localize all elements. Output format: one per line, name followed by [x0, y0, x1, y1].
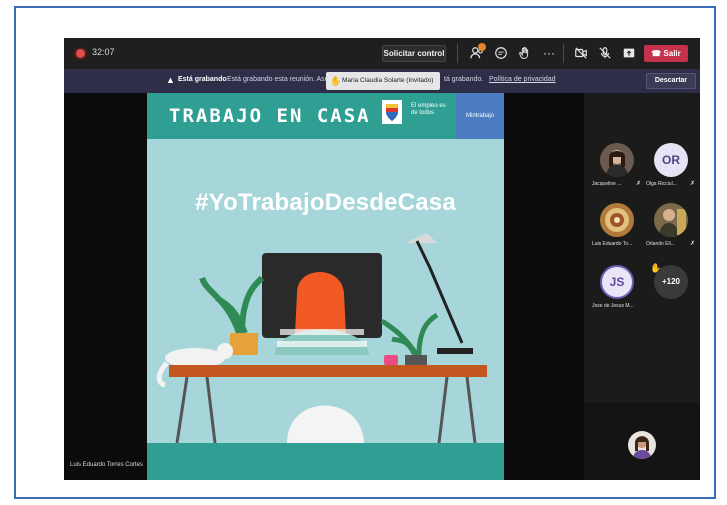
participant-name: Olga Ricciul... [646, 181, 677, 187]
participant-initials: JS [600, 265, 634, 299]
meeting-window: 32:07 Solicitar control ··· ☎ Salir ▲ Es… [64, 38, 700, 480]
recording-message-tail: tá grabando. [444, 76, 484, 83]
phone-hangup-icon: ☎ [651, 49, 662, 58]
toolbar-divider [457, 44, 458, 63]
work-from-home-illustration [156, 233, 487, 444]
privacy-policy-link[interactable]: Política de privacidad [489, 76, 556, 83]
notification-badge [478, 43, 486, 51]
leave-button-label: Salir [663, 49, 681, 58]
recording-dot-icon [76, 49, 85, 58]
shared-screen: TRABAJO EN CASA El empleo es de todos Mi… [147, 93, 504, 480]
presenter-name-label: Luis Eduardo Torres Cortes [70, 462, 143, 468]
participants-icon[interactable] [469, 43, 486, 61]
recording-title: Está grabando [178, 76, 227, 83]
more-options-icon[interactable]: ··· [541, 45, 557, 61]
participants-gallery: Jacqueline ... ✗ OR Olga Ricciul... ✗ Lu… [584, 93, 700, 480]
participant-avatar [600, 143, 634, 177]
leave-button[interactable]: ☎ Salir [644, 45, 688, 62]
camera-off-icon[interactable] [573, 45, 589, 61]
mic-muted-icon: ✗ [690, 181, 696, 187]
cat [156, 343, 233, 388]
raise-hand-icon[interactable] [517, 45, 533, 61]
desk-lamp [405, 233, 473, 354]
participant-tile[interactable]: Orlando Eli... ✗ [646, 203, 696, 263]
chat-icon[interactable] [493, 45, 509, 61]
slide-footer [147, 443, 504, 480]
participant-name: Orlando Eli... [646, 241, 675, 247]
chair [287, 405, 364, 443]
dismiss-button[interactable]: Descartar [646, 73, 696, 89]
raised-hand-icon: ✋ [330, 76, 342, 86]
participant-avatar [600, 203, 634, 237]
mic-muted-icon: ✗ [636, 181, 642, 187]
raised-hand-tooltip: ✋ Maria Claudia Solarte (Invitado) [326, 72, 440, 90]
participant-initials: OR [654, 143, 688, 177]
self-avatar [628, 431, 656, 459]
participant-tile[interactable]: Luis Eduardo To... [592, 203, 642, 263]
participant-name: Jacqueline ... [592, 181, 622, 187]
share-screen-icon[interactable] [621, 45, 637, 61]
request-control-button[interactable]: Solicitar control [382, 45, 446, 62]
meeting-toolbar: 32:07 Solicitar control ··· ☎ Salir [64, 38, 700, 69]
participant-tile[interactable]: Jacqueline ... ✗ [592, 143, 642, 203]
screenshot-frame: 32:07 Solicitar control ··· ☎ Salir ▲ Es… [14, 6, 716, 499]
more-participants-button[interactable]: +120 ✋ [646, 263, 696, 325]
participant-name: Luis Eduardo To... [592, 241, 633, 247]
coffee-cup [384, 355, 398, 365]
raised-hand-icon: ✋ [650, 263, 662, 273]
mic-muted-icon: ✗ [690, 241, 696, 247]
meeting-timer: 32:07 [92, 47, 115, 57]
participant-name: Jose de Jesus M... [592, 303, 634, 309]
toolbar-divider [563, 44, 564, 63]
participant-tile[interactable]: OR Olga Ricciul... ✗ [646, 143, 696, 203]
tooltip-name: Maria Claudia Solarte (Invitado) [342, 77, 434, 84]
mic-off-icon[interactable] [597, 45, 613, 61]
participant-tile[interactable]: JS Jose de Jesus M... [592, 265, 642, 325]
recording-banner: ▲ Está grabando Está grabando esta reuni… [64, 69, 700, 93]
plant-left [199, 275, 265, 355]
participant-avatar [654, 203, 688, 237]
recording-message: Está grabando esta reunión. Aseg [227, 76, 333, 83]
warning-icon: ▲ [166, 75, 175, 85]
